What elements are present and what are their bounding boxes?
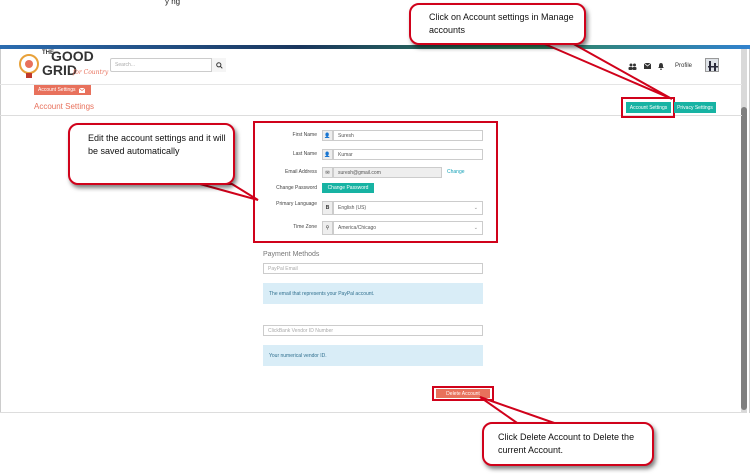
callout-bottom-text: Click Delete Account to Delete the curre… (498, 432, 635, 455)
callout-top: Click on Account settings in Manage acco… (409, 3, 586, 45)
callout-left: Edit the account settings and it will be… (68, 123, 235, 185)
callout-top-text: Click on Account settings in Manage acco… (429, 12, 574, 35)
callout-bottom: Click Delete Account to Delete the curre… (482, 422, 654, 466)
callout-pointers (199, 41, 673, 426)
callout-left-text: Edit the account settings and it will be… (88, 133, 226, 156)
